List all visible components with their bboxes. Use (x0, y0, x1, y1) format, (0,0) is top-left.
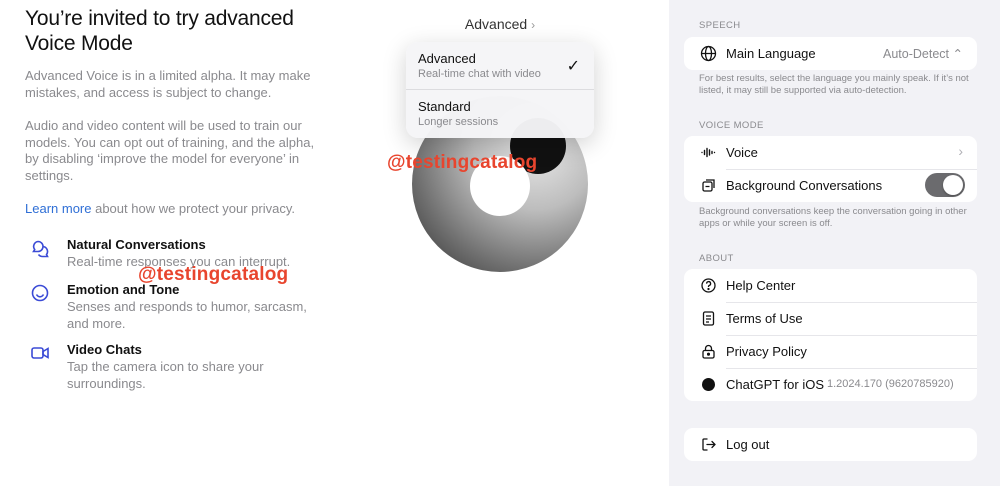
app-name-label: ChatGPT for iOS (726, 377, 825, 392)
section-label-about: ABOUT (699, 253, 734, 264)
feature-desc: Senses and responds to humor, sarcasm, a… (67, 299, 307, 331)
checkmark-icon: ✓ (566, 58, 580, 75)
privacy-policy-label: Privacy Policy (726, 344, 807, 359)
speech-note: For best results, select the language yo… (699, 73, 969, 96)
terms-of-use-row[interactable]: Terms of Use (684, 302, 977, 335)
option-name: Advanced (418, 51, 476, 66)
question-circle-icon (700, 277, 717, 294)
privacy-policy-row[interactable]: Privacy Policy (684, 335, 977, 368)
option-subtitle: Longer sessions (418, 116, 499, 128)
voice-mode-card: Voice › Background Conversations (684, 136, 977, 202)
toggle-knob (943, 175, 963, 195)
settings-panel: SPEECH Main Language Auto-Detect ⌃ For b… (669, 0, 1000, 486)
watermark-left: @testingcatalog (138, 264, 289, 285)
speech-card: Main Language Auto-Detect ⌃ (684, 37, 977, 70)
option-name: Standard (418, 99, 471, 114)
background-conversations-toggle[interactable] (925, 173, 965, 197)
voice-mode-selector[interactable]: Advanced › (340, 16, 660, 32)
privacy-notice-text: about how we protect your privacy. (91, 201, 296, 216)
feature-desc: Tap the camera icon to share your surrou… (67, 359, 264, 391)
help-center-row[interactable]: Help Center (684, 269, 977, 302)
voice-mode-menu: Advanced Real-time chat with video ✓ Sta… (406, 42, 594, 138)
main-language-label: Main Language (726, 46, 816, 61)
globe-icon (700, 45, 717, 62)
learn-more-link[interactable]: Learn more (25, 201, 91, 216)
document-icon (700, 310, 717, 327)
logout-card: Log out (684, 428, 977, 461)
chevron-right-icon: › (531, 18, 536, 32)
background-note: Background conversations keep the conver… (699, 206, 967, 229)
privacy-notice: Learn more about how we protect your pri… (25, 201, 325, 218)
watermark-middle: @testingcatalog (387, 152, 538, 173)
log-out-row[interactable]: Log out (684, 428, 977, 461)
main-language-value-text: Auto-Detect (883, 47, 950, 61)
app-version-row: ChatGPT for iOS 1.2024.170 (9620785920) (684, 368, 977, 401)
video-camera-icon (29, 342, 51, 364)
main-language-row[interactable]: Main Language Auto-Detect ⌃ (684, 37, 977, 70)
app-version-value: 1.2024.170 (9620785920) (827, 378, 954, 390)
chatgpt-logo-icon (700, 376, 717, 393)
voice-mode-selector-label: Advanced (464, 16, 528, 32)
alpha-notice: Advanced Voice is in a limited alpha. It… (25, 68, 311, 100)
menu-option-standard[interactable]: Standard Longer sessions (406, 90, 594, 138)
help-center-label: Help Center (726, 278, 796, 293)
background-conversations-row: Background Conversations (684, 169, 977, 202)
voice-mode-preview: Advanced › Advanced Real-time chat with … (340, 0, 660, 486)
about-card: Help Center Terms of Use Privacy Policy … (684, 269, 977, 401)
background-conversations-label: Background Conversations (726, 178, 883, 193)
menu-option-advanced[interactable]: Advanced Real-time chat with video ✓ (406, 42, 594, 90)
terms-of-use-label: Terms of Use (726, 311, 803, 326)
section-label-speech: SPEECH (699, 20, 741, 31)
chat-bubbles-icon (29, 237, 51, 259)
chevron-right-icon: › (958, 143, 963, 159)
invite-title: You’re invited to try advanced Voice Mod… (25, 7, 294, 55)
option-subtitle: Real-time chat with video (418, 68, 541, 80)
up-down-chevron-icon: ⌃ (952, 47, 963, 61)
feature-name: Video Chats (67, 342, 142, 357)
main-language-value[interactable]: Auto-Detect ⌃ (883, 46, 963, 61)
lock-icon (700, 343, 717, 360)
logout-icon (700, 436, 717, 453)
voice-label: Voice (726, 145, 758, 160)
section-label-voice-mode: VOICE MODE (699, 120, 764, 131)
waveform-icon (700, 144, 717, 161)
voice-row[interactable]: Voice › (684, 136, 977, 169)
invite-panel: You’re invited to try advanced Voice Mod… (0, 0, 330, 486)
training-notice: Audio and video content will be used to … (25, 118, 315, 183)
feature-name: Natural Conversations (67, 237, 206, 252)
background-conversations-icon (700, 177, 717, 194)
smiley-face-icon (29, 282, 51, 304)
log-out-label: Log out (726, 437, 770, 452)
